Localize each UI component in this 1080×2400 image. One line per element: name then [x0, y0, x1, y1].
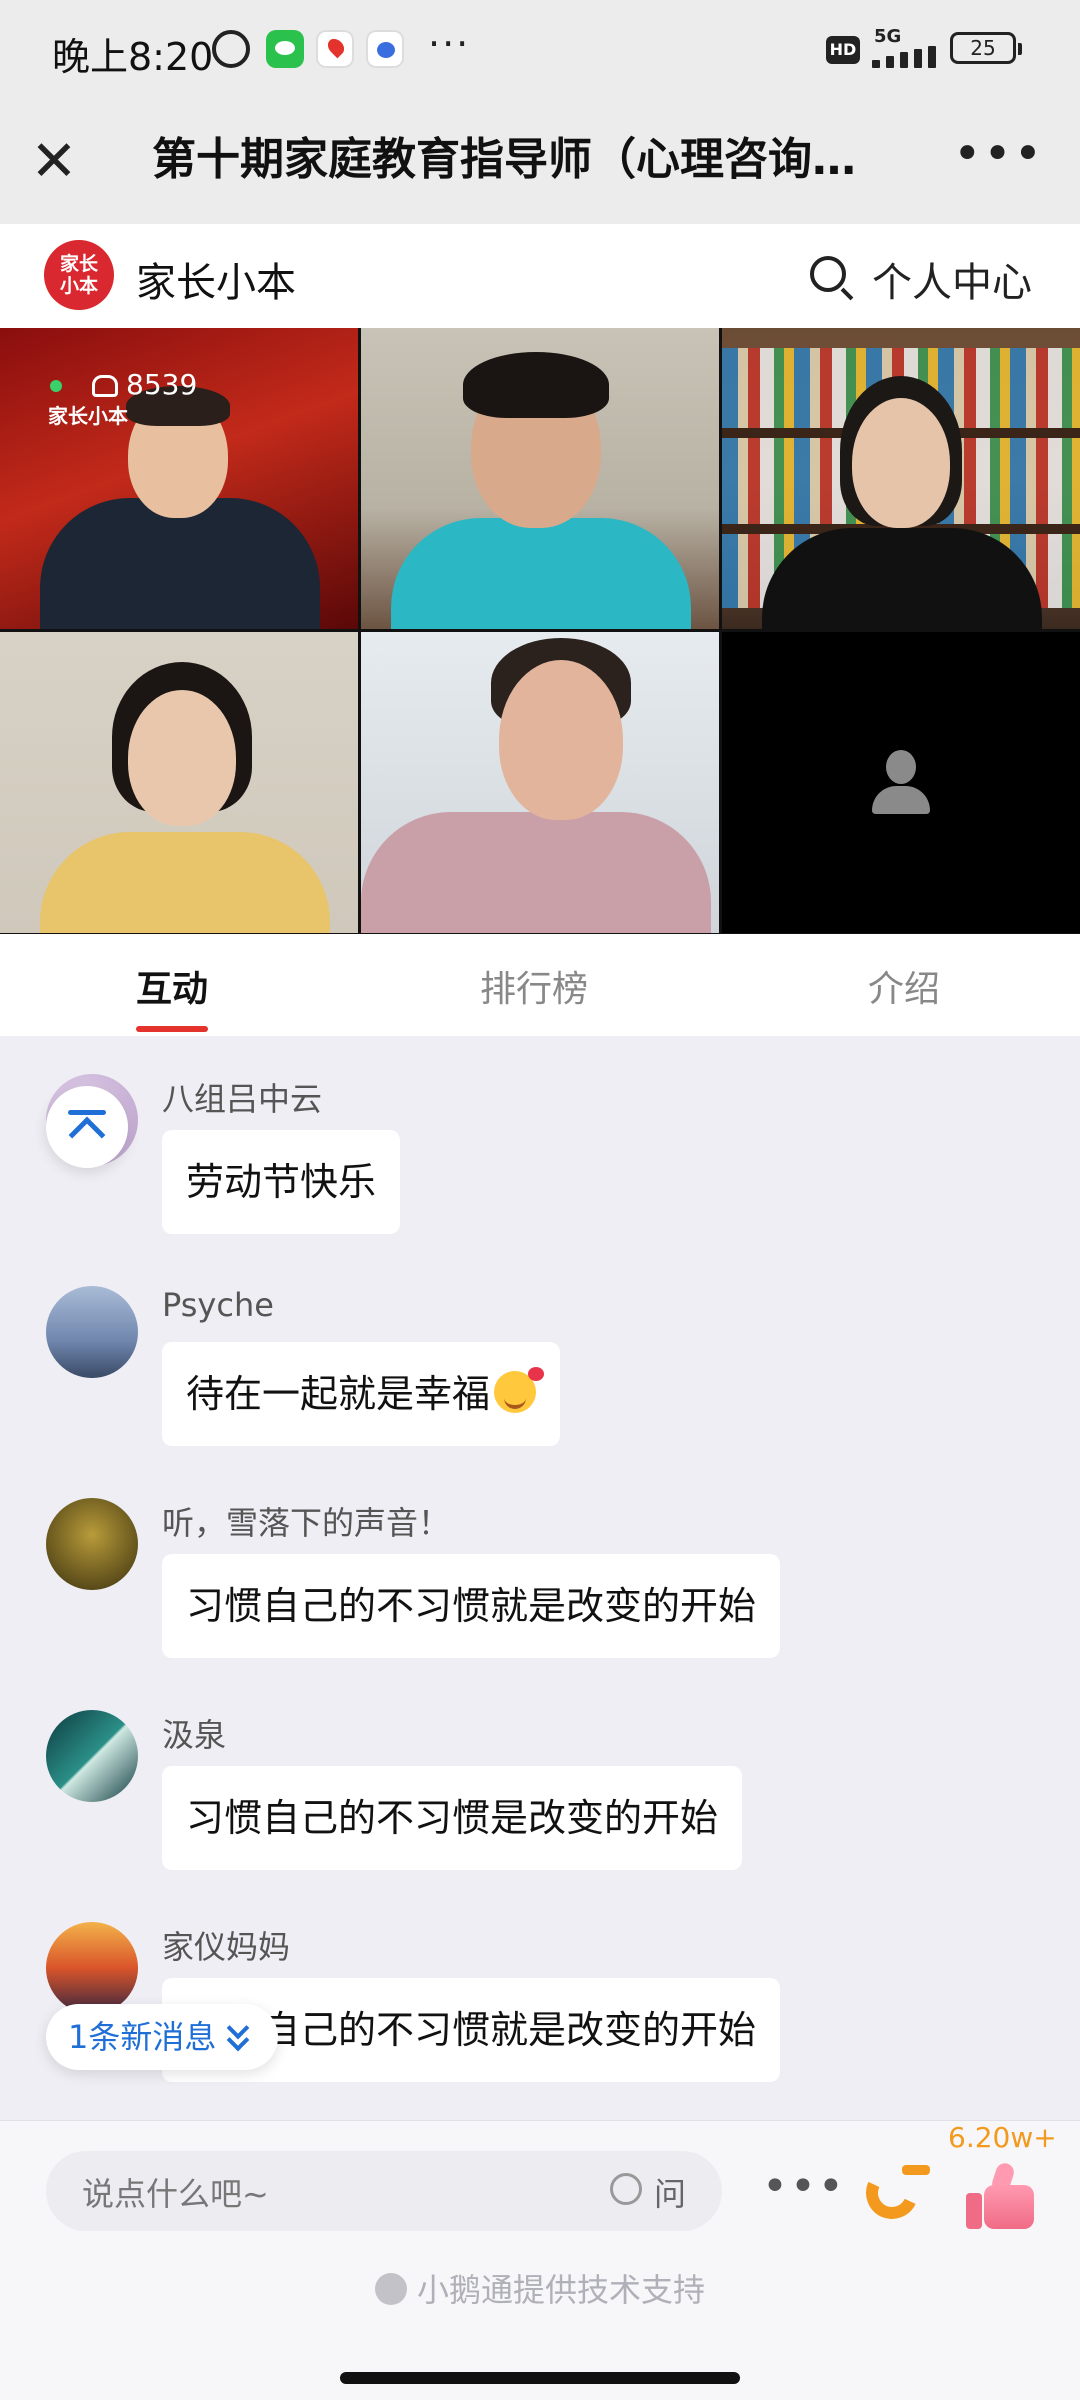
home-indicator[interactable]	[340, 2372, 740, 2384]
new-message-button[interactable]: 1条新消息	[46, 2004, 279, 2070]
avatar[interactable]	[46, 1922, 138, 2014]
thumbs-up-icon[interactable]	[966, 2160, 1036, 2231]
video-tile-5[interactable]	[361, 632, 719, 933]
hd-icon: HD	[826, 36, 860, 64]
powered-by: 小鹅通提供技术支持	[0, 2265, 1080, 2311]
title-bar: ✕ 第十期家庭教育指导师（心理咨询… •••	[0, 100, 1080, 224]
person-silhouette	[40, 832, 330, 933]
brand-name[interactable]: 家长小本	[136, 250, 296, 308]
live-dot-icon	[50, 380, 62, 392]
more-menu-icon[interactable]: •••	[953, 126, 1044, 182]
status-bar: 晚上8:20 ··· HD 5G 25	[0, 0, 1080, 100]
page-title: 第十期家庭教育指导师（心理咨询…	[152, 134, 856, 185]
video-tile-2[interactable]	[361, 328, 719, 629]
tab-bar: 互动 排行榜 介绍	[0, 934, 1080, 1036]
scroll-top-bar-icon	[68, 1110, 106, 1115]
message-username: 八组吕中云	[162, 1080, 323, 1118]
video-tile-3[interactable]	[722, 328, 1080, 629]
wechat-icon	[266, 30, 304, 68]
comment-placeholder: 说点什么吧~	[82, 2175, 269, 2213]
active-tab-indicator	[136, 1026, 208, 1032]
brand-logo[interactable]: 家长 小本	[44, 240, 114, 310]
stream-watermark: 家长小本	[48, 404, 128, 428]
video-tile-host[interactable]: 8539 家长小本	[0, 328, 358, 629]
smiling-face-with-hearts-icon	[494, 1367, 545, 1413]
video-tile-empty[interactable]	[722, 632, 1080, 933]
message-bubble: 习惯自己的不习惯就是改变的开始	[162, 1554, 781, 1658]
person-face	[128, 690, 236, 826]
tab-intro[interactable]: 介绍	[868, 960, 940, 1012]
status-time: 晚上8:20	[52, 35, 214, 79]
comment-bar: 说点什么吧~ 问 ••• 6.20w+ 小鹅通提供技术支持	[0, 2120, 1080, 2360]
person-placeholder-icon	[872, 750, 930, 814]
scroll-to-top-button[interactable]	[46, 1086, 128, 1168]
question-toggle-label[interactable]: 问	[654, 2169, 686, 2215]
message-bubble: 习惯自己的不习惯是改变的开始	[162, 1766, 743, 1870]
signal-icon	[872, 46, 938, 68]
map-app-icon	[316, 30, 354, 68]
close-icon[interactable]: ✕	[30, 132, 78, 192]
person-silhouette	[361, 812, 711, 933]
baidu-icon	[366, 30, 404, 68]
comment-input[interactable]: 说点什么吧~ 问	[46, 2151, 722, 2231]
brand-header: 家长 小本 家长小本 个人中心	[0, 224, 1080, 328]
person-hair	[463, 352, 609, 418]
tab-interaction[interactable]: 互动	[136, 960, 208, 1012]
person-face	[852, 398, 950, 528]
question-toggle-icon[interactable]	[610, 2173, 642, 2205]
network-type: 5G	[874, 26, 902, 47]
tab-leaderboard[interactable]: 排行榜	[480, 960, 588, 1012]
like-count: 6.20w+	[948, 2121, 1057, 2154]
person-silhouette	[762, 528, 1042, 629]
message-username: 家仪妈妈	[162, 1928, 291, 1966]
chevron-up-icon	[68, 1116, 106, 1154]
chat-list[interactable]: 八组吕中云 劳动节快乐 Psyche 待在一起就是幸福 听，雪落下的声音！ 习惯…	[0, 1036, 1080, 2120]
person-face	[499, 660, 623, 820]
person-silhouette	[391, 518, 691, 629]
avatar[interactable]	[46, 1498, 138, 1590]
more-actions-icon[interactable]: •••	[762, 2161, 846, 2212]
video-grid: 8539 家长小本	[0, 328, 1080, 934]
message-username: Psyche	[162, 1286, 274, 1324]
double-chevron-down-icon	[226, 2016, 252, 2052]
message-bubble: 劳动节快乐	[162, 1130, 401, 1234]
message-bubble: 待在一起就是幸福	[162, 1342, 561, 1446]
message-username: 听，雪落下的声音！	[162, 1504, 451, 1542]
status-more-icon: ···	[428, 22, 471, 66]
connect-call-icon[interactable]	[858, 2159, 932, 2227]
alarm-icon	[212, 30, 250, 68]
video-tile-4[interactable]	[0, 632, 358, 933]
viewer-count: 8539	[50, 368, 197, 401]
search-icon[interactable]	[810, 256, 846, 292]
viewers-icon	[92, 375, 118, 397]
battery-icon: 25	[950, 32, 1022, 64]
xiaoe-logo-icon	[374, 2273, 407, 2305]
avatar[interactable]	[46, 1710, 138, 1802]
avatar[interactable]	[46, 1286, 138, 1378]
message-username: 汲泉	[162, 1716, 227, 1754]
user-center-link[interactable]: 个人中心	[872, 250, 1032, 308]
